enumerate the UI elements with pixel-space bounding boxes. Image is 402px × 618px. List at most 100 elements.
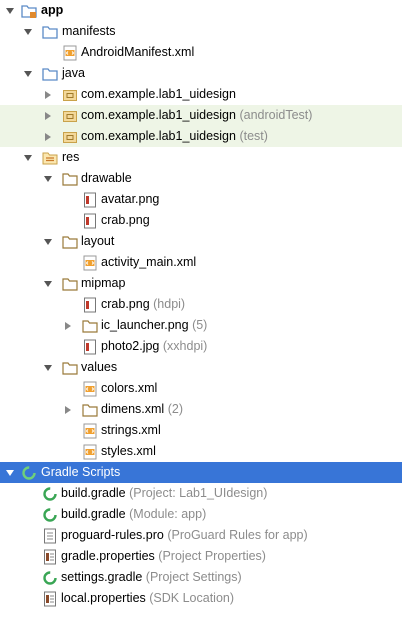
tree-node-layout[interactable]: layout: [0, 231, 402, 252]
gradle-file-icon: [42, 486, 58, 502]
tree-label: app: [41, 3, 64, 17]
tree-node-gradle-scripts[interactable]: Gradle Scripts: [0, 462, 402, 483]
tree-hint: (androidTest): [239, 108, 313, 122]
folder-icon: [82, 402, 98, 418]
tree-label: com.example.lab1_uidesign: [81, 108, 236, 122]
collapse-arrow-icon[interactable]: [23, 27, 33, 37]
text-file-icon: [42, 528, 58, 544]
tree-node-build-gradle-project[interactable]: build.gradle (Project: Lab1_UIdesign): [0, 483, 402, 504]
tree-label: com.example.lab1_uidesign: [81, 87, 236, 101]
xml-file-icon: [62, 45, 78, 61]
tree-node-proguard-rules[interactable]: proguard-rules.pro (ProGuard Rules for a…: [0, 525, 402, 546]
properties-file-icon: [42, 549, 58, 565]
tree-node-package-test[interactable]: com.example.lab1_uidesign (test): [0, 126, 402, 147]
collapse-arrow-icon[interactable]: [43, 363, 53, 373]
tree-label-group: ic_launcher.png (5): [101, 318, 207, 333]
tree-node-java[interactable]: java: [0, 63, 402, 84]
tree-label: ic_launcher.png: [101, 318, 189, 332]
tree-hint: (2): [167, 402, 183, 416]
tree-hint: (Project: Lab1_UIdesign): [129, 486, 268, 500]
collapse-arrow-icon[interactable]: [43, 174, 53, 184]
tree-node-mipmap-crab[interactable]: crab.png (hdpi): [0, 294, 402, 315]
expand-arrow-icon[interactable]: [43, 111, 53, 121]
tree-label-group: settings.gradle (Project Settings): [61, 570, 242, 585]
folder-icon: [62, 234, 78, 250]
tree-label: build.gradle: [61, 486, 126, 500]
tree-hint: (xxhdpi): [162, 339, 208, 353]
tree-label: avatar.png: [101, 192, 160, 206]
tree-node-android-manifest[interactable]: AndroidManifest.xml: [0, 42, 402, 63]
collapse-arrow-icon[interactable]: [43, 279, 53, 289]
tree-label: AndroidManifest.xml: [81, 45, 195, 59]
tree-node-values[interactable]: values: [0, 357, 402, 378]
collapse-arrow-icon[interactable]: [5, 468, 15, 478]
collapse-arrow-icon[interactable]: [5, 6, 15, 16]
tree-label-group: dimens.xml (2): [101, 402, 183, 417]
expand-arrow-icon[interactable]: [43, 132, 53, 142]
tree-label: layout: [81, 234, 115, 248]
xml-file-icon: [82, 255, 98, 271]
tree-node-avatar-png[interactable]: avatar.png: [0, 189, 402, 210]
image-file-icon: [82, 213, 98, 229]
tree-node-ic-launcher[interactable]: ic_launcher.png (5): [0, 315, 402, 336]
tree-node-photo2[interactable]: photo2.jpg (xxhdpi): [0, 336, 402, 357]
package-icon: [62, 87, 78, 103]
tree-hint: (SDK Location): [149, 591, 235, 605]
tree-hint: (Project Properties): [158, 549, 266, 563]
tree-node-crab-png[interactable]: crab.png: [0, 210, 402, 231]
xml-file-icon: [82, 444, 98, 460]
image-file-icon: [82, 192, 98, 208]
tree-label: com.example.lab1_uidesign: [81, 129, 236, 143]
tree-node-styles-xml[interactable]: styles.xml: [0, 441, 402, 462]
tree-label: photo2.jpg: [101, 339, 160, 353]
tree-label-group: gradle.properties (Project Properties): [61, 549, 266, 564]
tree-label: Gradle Scripts: [41, 465, 121, 479]
tree-label: manifests: [62, 24, 116, 38]
collapse-arrow-icon[interactable]: [23, 69, 33, 79]
tree-node-local-properties[interactable]: local.properties (SDK Location): [0, 588, 402, 609]
tree-label: values: [81, 360, 118, 374]
folder-icon: [42, 66, 58, 82]
tree-node-package-main[interactable]: com.example.lab1_uidesign: [0, 84, 402, 105]
tree-node-package-android-test[interactable]: com.example.lab1_uidesign (androidTest): [0, 105, 402, 126]
tree-node-activity-main[interactable]: activity_main.xml: [0, 252, 402, 273]
tree-label-group: build.gradle (Project: Lab1_UIdesign): [61, 486, 267, 501]
tree-label-group: proguard-rules.pro (ProGuard Rules for a…: [61, 528, 308, 543]
project-tree: app manifests AndroidManifest.xml java c…: [0, 0, 402, 618]
image-file-icon: [82, 339, 98, 355]
tree-hint: (ProGuard Rules for app): [167, 528, 308, 542]
expand-arrow-icon[interactable]: [63, 405, 73, 415]
tree-hint: (hdpi): [153, 297, 186, 311]
tree-label: activity_main.xml: [101, 255, 197, 269]
tree-hint: (test): [239, 129, 268, 143]
tree-node-strings-xml[interactable]: strings.xml: [0, 420, 402, 441]
expand-arrow-icon[interactable]: [43, 90, 53, 100]
tree-label-group: photo2.jpg (xxhdpi): [101, 339, 207, 354]
tree-label-group: com.example.lab1_uidesign (androidTest): [81, 108, 312, 123]
tree-node-res[interactable]: res: [0, 147, 402, 168]
tree-label-group: crab.png (hdpi): [101, 297, 185, 312]
tree-node-mipmap[interactable]: mipmap: [0, 273, 402, 294]
folder-icon: [42, 24, 58, 40]
gradle-file-icon: [42, 570, 58, 586]
tree-node-gradle-properties[interactable]: gradle.properties (Project Properties): [0, 546, 402, 567]
tree-label: build.gradle: [61, 507, 126, 521]
tree-node-app[interactable]: app: [0, 0, 402, 21]
expand-arrow-icon[interactable]: [63, 321, 73, 331]
xml-file-icon: [82, 381, 98, 397]
tree-label: proguard-rules.pro: [61, 528, 164, 542]
tree-label: res: [62, 150, 80, 164]
tree-node-build-gradle-module[interactable]: build.gradle (Module: app): [0, 504, 402, 525]
tree-node-settings-gradle[interactable]: settings.gradle (Project Settings): [0, 567, 402, 588]
tree-node-drawable[interactable]: drawable: [0, 168, 402, 189]
image-file-icon: [82, 297, 98, 313]
tree-hint: (5): [192, 318, 208, 332]
tree-node-manifests[interactable]: manifests: [0, 21, 402, 42]
tree-label-group: com.example.lab1_uidesign (test): [81, 129, 268, 144]
gradle-icon: [21, 465, 37, 481]
collapse-arrow-icon[interactable]: [43, 237, 53, 247]
collapse-arrow-icon[interactable]: [23, 153, 33, 163]
tree-node-dimens-xml[interactable]: dimens.xml (2): [0, 399, 402, 420]
tree-node-colors-xml[interactable]: colors.xml: [0, 378, 402, 399]
tree-label: gradle.properties: [61, 549, 155, 563]
